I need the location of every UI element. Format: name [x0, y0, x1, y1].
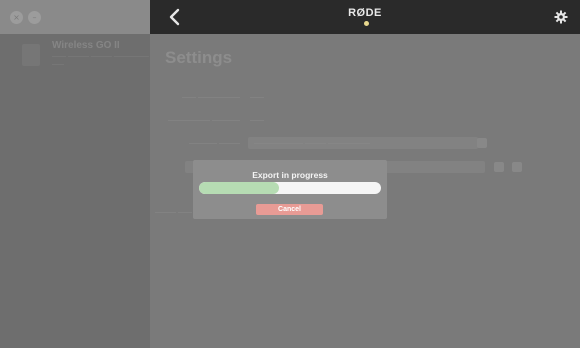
top-bar: RØDE	[150, 0, 580, 34]
sidebar-titlebar: × –	[0, 0, 150, 34]
edit-icon[interactable]	[494, 162, 504, 172]
gear-icon[interactable]	[554, 10, 568, 24]
minimize-icon: –	[32, 13, 37, 22]
export-progress-dialog: Export in progress Cancel	[193, 160, 387, 219]
device-thumbnail	[22, 44, 40, 66]
device-name: Wireless GO II	[52, 40, 120, 51]
status-dot	[364, 21, 369, 26]
setting-label: —— ——————	[182, 94, 240, 101]
footer-note: ——— ——	[155, 209, 192, 216]
minimize-window-button[interactable]: –	[28, 11, 41, 24]
export-path-value: ——————— ——— ——————	[254, 140, 370, 147]
setting-value[interactable]: ——	[250, 94, 264, 101]
page-title: Settings	[165, 48, 233, 67]
sidebar: × – Wireless GO II —— ——— ——— ————— ——	[0, 0, 151, 348]
setting-label: —————— ————	[168, 117, 240, 124]
cancel-button[interactable]: Cancel	[256, 204, 323, 215]
device-detail: ——	[52, 62, 64, 68]
close-icon: ×	[13, 13, 20, 22]
app-window: × – Wireless GO II —— ——— ——— ————— —— R…	[0, 0, 580, 348]
device-subtitle: —— ——— ——— —————	[52, 53, 149, 60]
dialog-title: Export in progress	[252, 170, 328, 180]
sidebar-device-item[interactable]: Wireless GO II —— ——— ——— ————— ——	[18, 40, 149, 70]
setting-label: ———— ———	[189, 140, 240, 147]
browse-button[interactable]	[477, 138, 487, 148]
brand-logo: RØDE	[348, 7, 382, 19]
export-progress-bar	[199, 182, 381, 194]
close-window-button[interactable]: ×	[10, 11, 23, 24]
delete-icon[interactable]	[512, 162, 522, 172]
setting-value[interactable]: ——	[250, 117, 264, 124]
progress-fill	[199, 182, 280, 194]
